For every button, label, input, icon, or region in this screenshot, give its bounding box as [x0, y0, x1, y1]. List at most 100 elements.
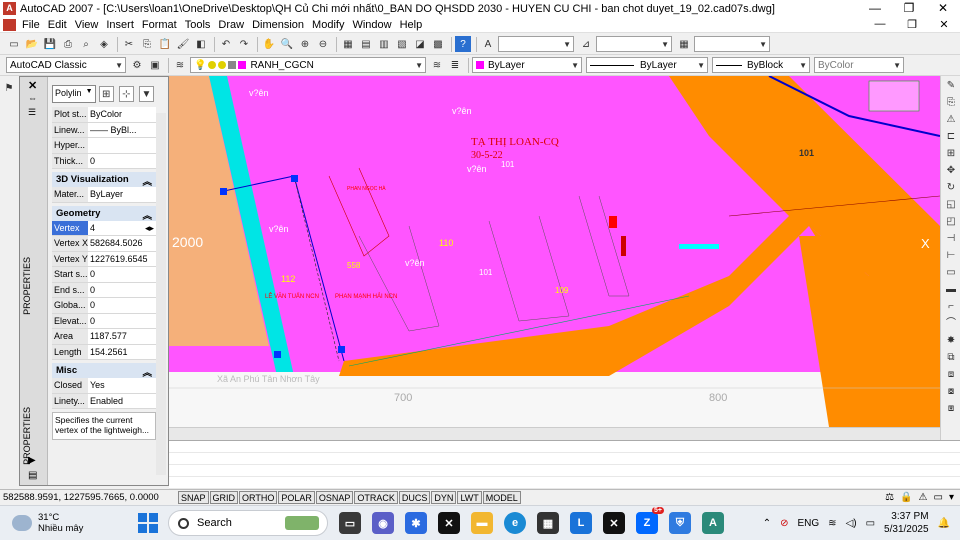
- dim-style-icon[interactable]: ⊿: [578, 36, 594, 52]
- drawing-document-icon[interactable]: [3, 18, 16, 31]
- menu-edit[interactable]: Edit: [46, 19, 73, 31]
- autocad-taskbar-icon[interactable]: A: [702, 512, 724, 534]
- select-objects-icon[interactable]: ⊹: [118, 86, 134, 102]
- calculator-icon[interactable]: ▩: [430, 36, 446, 52]
- dyn-toggle[interactable]: DYN: [431, 491, 457, 504]
- prop-row-length[interactable]: Length 154.2561: [52, 344, 156, 360]
- explode-icon[interactable]: ✸: [944, 334, 958, 348]
- mirror-icon[interactable]: ⚠: [944, 113, 958, 127]
- snap-toggle[interactable]: SNAP: [178, 491, 209, 504]
- object-type-select[interactable]: Polylin ▼: [52, 85, 96, 103]
- volume-icon[interactable]: ◁): [846, 518, 857, 529]
- block-editor-icon[interactable]: ◧: [193, 36, 209, 52]
- offset-icon[interactable]: ⊏: [944, 130, 958, 144]
- menu-insert[interactable]: Insert: [104, 19, 140, 31]
- fillet-icon[interactable]: ⌒: [944, 317, 958, 331]
- erase-icon[interactable]: ✎: [944, 79, 958, 93]
- clock[interactable]: 3:37 PM 5/31/2025: [884, 510, 929, 536]
- palette-scrollbar[interactable]: [156, 113, 166, 475]
- app-icon[interactable]: ✱: [405, 512, 427, 534]
- redo-icon[interactable]: ↷: [236, 36, 252, 52]
- lineweight-select[interactable]: ByBlock ▼: [712, 57, 810, 73]
- lock-toolbar-icon[interactable]: 🔒: [900, 492, 912, 503]
- close-button[interactable]: ✕: [926, 0, 960, 17]
- quick-select-icon[interactable]: ▼: [138, 86, 154, 102]
- prop-row-vertex-x[interactable]: Vertex X 582684.5026: [52, 236, 156, 252]
- section-3d-visualization[interactable]: 3D Visualization ︽: [52, 172, 156, 188]
- wifi-icon[interactable]: ≋: [828, 518, 836, 529]
- save-icon[interactable]: 💾: [42, 36, 58, 52]
- vertex-index-value[interactable]: 4: [90, 223, 95, 234]
- new-icon[interactable]: ▭: [6, 36, 22, 52]
- plotstyle-select[interactable]: ByColor ▼: [814, 57, 904, 73]
- menu-dimension[interactable]: Dimension: [250, 19, 310, 31]
- help-icon[interactable]: ?: [455, 36, 471, 52]
- layer-manager-icon[interactable]: ≋: [172, 57, 188, 73]
- prop-row-plotstyle[interactable]: Plot st... ByColor: [52, 107, 156, 123]
- open-icon[interactable]: 📂: [24, 36, 40, 52]
- text-style-select[interactable]: ▼: [498, 36, 574, 52]
- paste-icon[interactable]: 📋: [157, 36, 173, 52]
- join-icon[interactable]: ▬: [944, 283, 958, 297]
- language-indicator[interactable]: ENG: [798, 518, 820, 529]
- plot-preview-icon[interactable]: ⌕: [78, 36, 94, 52]
- network-alert-icon[interactable]: ⊘: [780, 518, 788, 529]
- layer-select[interactable]: 💡 RANH_CGCN ▼: [190, 57, 426, 73]
- workspace-settings-icon[interactable]: ⚙: [129, 57, 145, 73]
- extend-icon[interactable]: ⊢: [944, 249, 958, 263]
- menu-tools[interactable]: Tools: [183, 19, 217, 31]
- menu-file[interactable]: File: [20, 19, 46, 31]
- palette-menu-icon[interactable]: ☰: [28, 107, 36, 118]
- palette-tab-icon-2[interactable]: ▤: [28, 470, 37, 481]
- polar-toggle[interactable]: POLAR: [278, 491, 315, 504]
- table-style-icon[interactable]: ▦: [676, 36, 692, 52]
- teams-icon[interactable]: ◉: [372, 512, 394, 534]
- draworder-back-icon[interactable]: ⧇: [944, 385, 958, 399]
- mdi-close-button[interactable]: ✕: [928, 18, 960, 31]
- ortho-toggle[interactable]: ORTHO: [239, 491, 278, 504]
- prop-row-area[interactable]: Area 1187.577: [52, 329, 156, 345]
- properties-icon[interactable]: ▦: [340, 36, 356, 52]
- menu-window[interactable]: Window: [350, 19, 397, 31]
- markup-icon[interactable]: ◪: [412, 36, 428, 52]
- zoom-window-icon[interactable]: ⊕: [297, 36, 313, 52]
- prop-row-material[interactable]: Mater... ByLayer: [52, 187, 156, 203]
- plot-icon[interactable]: ⎙: [60, 36, 76, 52]
- prop-row-linetype-generation[interactable]: Linety... Enabled: [52, 393, 156, 409]
- zalo-icon[interactable]: Z 5+: [636, 507, 664, 534]
- security-icon[interactable]: ⚠: [919, 492, 928, 503]
- osnap-toggle[interactable]: OSNAP: [315, 491, 354, 504]
- chamfer-icon[interactable]: ⌐: [944, 300, 958, 314]
- text-style-icon[interactable]: A: [480, 36, 496, 52]
- palette-close-icon[interactable]: ✕: [28, 79, 37, 92]
- drawing-canvas[interactable]: TẠ THỊ LOAN-CQ 30-5-22 2000 700 800 Xã A…: [169, 76, 940, 427]
- prop-row-vertex-y[interactable]: Vertex Y 1227619.6545: [52, 251, 156, 267]
- capcut-icon[interactable]: ✕: [438, 512, 460, 534]
- prop-row-end-segment[interactable]: End s... 0: [52, 282, 156, 298]
- mdi-restore-button[interactable]: ❐: [896, 18, 928, 31]
- rotate-icon[interactable]: ↻: [944, 181, 958, 195]
- prop-row-closed[interactable]: Closed Yes: [52, 378, 156, 394]
- restore-button[interactable]: ❐: [892, 0, 926, 17]
- scale-icon[interactable]: ◱: [944, 198, 958, 212]
- menu-modify[interactable]: Modify: [310, 19, 350, 31]
- communication-center-icon[interactable]: ⚖: [885, 492, 894, 503]
- edge-icon[interactable]: e: [504, 512, 526, 534]
- copy-object-icon[interactable]: ⎘: [944, 96, 958, 110]
- shield-icon[interactable]: ⛨: [669, 512, 691, 534]
- workspace-select[interactable]: AutoCAD Classic ▼: [6, 57, 126, 73]
- copy-icon[interactable]: ⎘: [139, 36, 155, 52]
- prop-row-global-width[interactable]: Globa... 0: [52, 298, 156, 314]
- menu-draw[interactable]: Draw: [216, 19, 250, 31]
- zoom-realtime-icon[interactable]: 🔍: [279, 36, 295, 52]
- tool-palettes-icon[interactable]: ▥: [376, 36, 392, 52]
- stretch-icon[interactable]: ◰: [944, 215, 958, 229]
- sheet-set-icon[interactable]: ▧: [394, 36, 410, 52]
- trim-icon[interactable]: ⊣: [944, 232, 958, 246]
- undo-icon[interactable]: ↶: [218, 36, 234, 52]
- make-object-layer-current-icon[interactable]: ≋: [429, 57, 445, 73]
- prop-row-elevation[interactable]: Elevat... 0: [52, 313, 156, 329]
- zoom-previous-icon[interactable]: ⊖: [315, 36, 331, 52]
- publish-icon[interactable]: ◈: [96, 36, 112, 52]
- prop-row-start-segment[interactable]: Start s... 0: [52, 267, 156, 283]
